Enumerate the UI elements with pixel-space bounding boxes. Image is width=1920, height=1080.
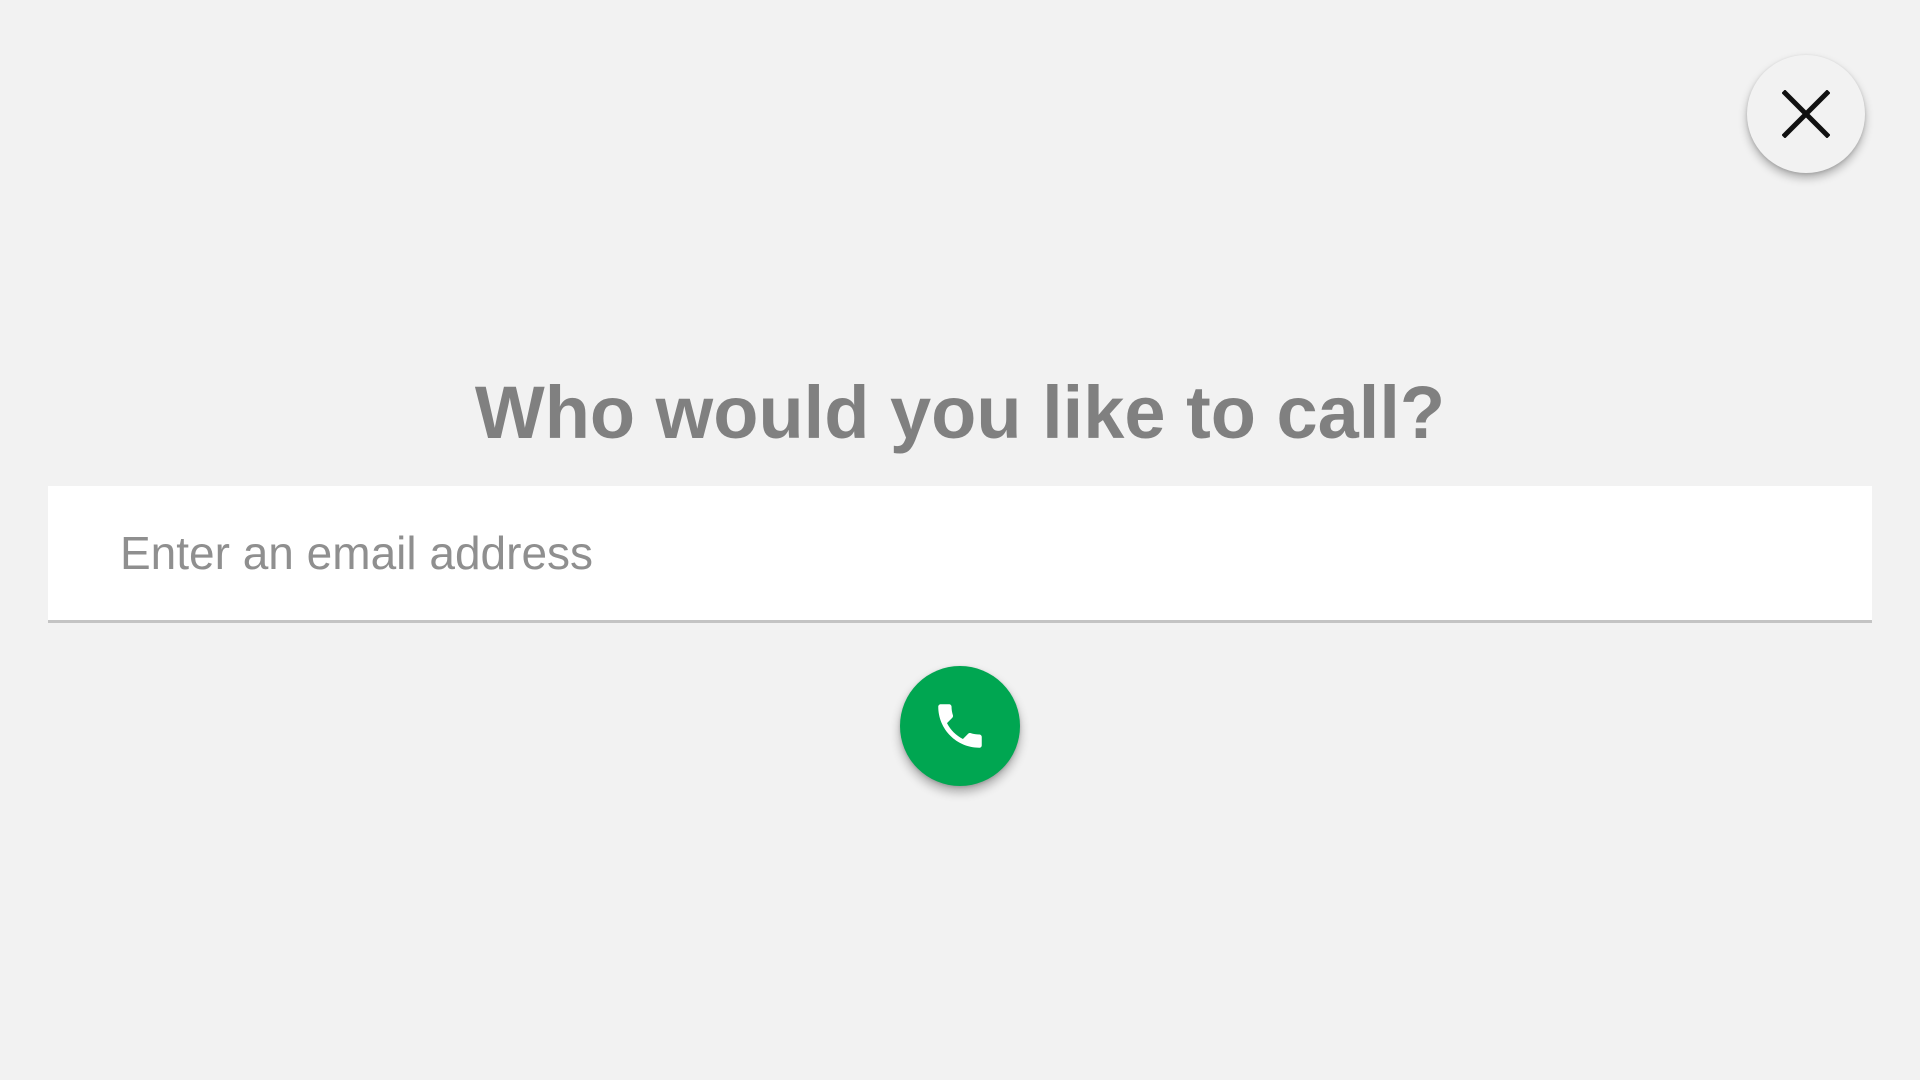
call-button[interactable] [900, 666, 1020, 786]
phone-icon [931, 697, 989, 755]
email-field[interactable] [48, 486, 1872, 620]
close-icon [1782, 90, 1830, 138]
close-button[interactable] [1747, 55, 1865, 173]
email-field-container [48, 486, 1872, 623]
dialog-title: Who would you like to call? [474, 371, 1446, 454]
call-dialog: Who would you like to call? [0, 0, 1920, 1080]
